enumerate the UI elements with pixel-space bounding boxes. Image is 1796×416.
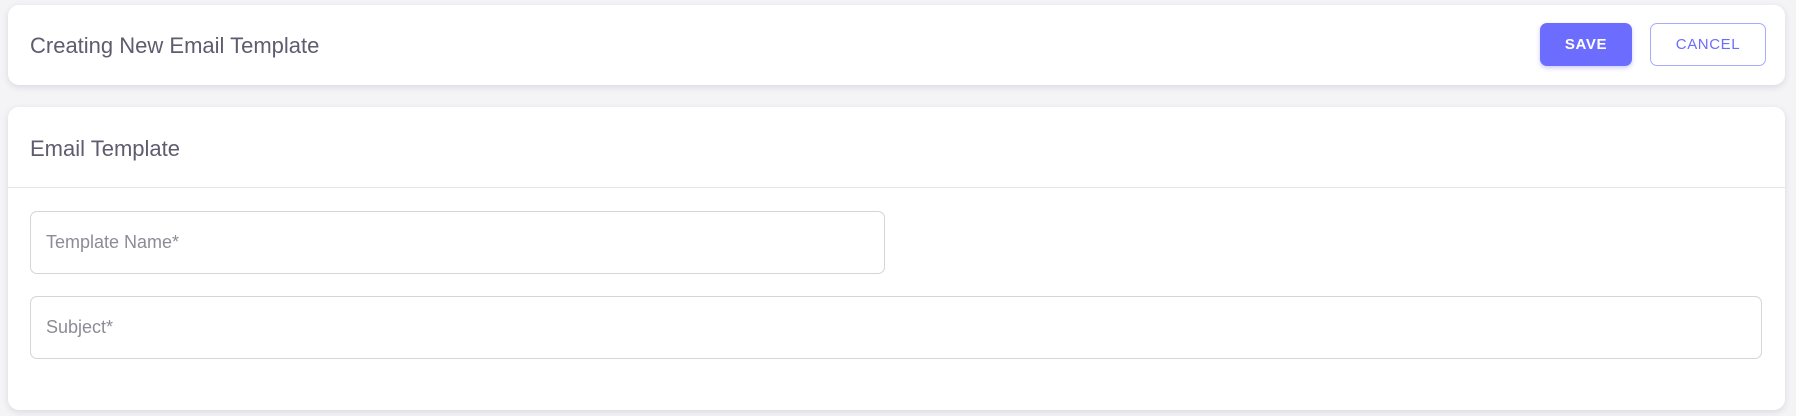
section-divider [8, 187, 1785, 188]
header-card: Creating New Email Template SAVE CANCEL [8, 5, 1785, 85]
page-title: Creating New Email Template [30, 33, 320, 58]
save-button[interactable]: SAVE [1540, 23, 1632, 66]
email-template-form-card: Email Template [8, 107, 1785, 410]
template-name-input[interactable] [30, 211, 885, 274]
cancel-button[interactable]: CANCEL [1650, 23, 1766, 66]
subject-input[interactable] [30, 296, 1762, 359]
section-title: Email Template [30, 136, 180, 161]
